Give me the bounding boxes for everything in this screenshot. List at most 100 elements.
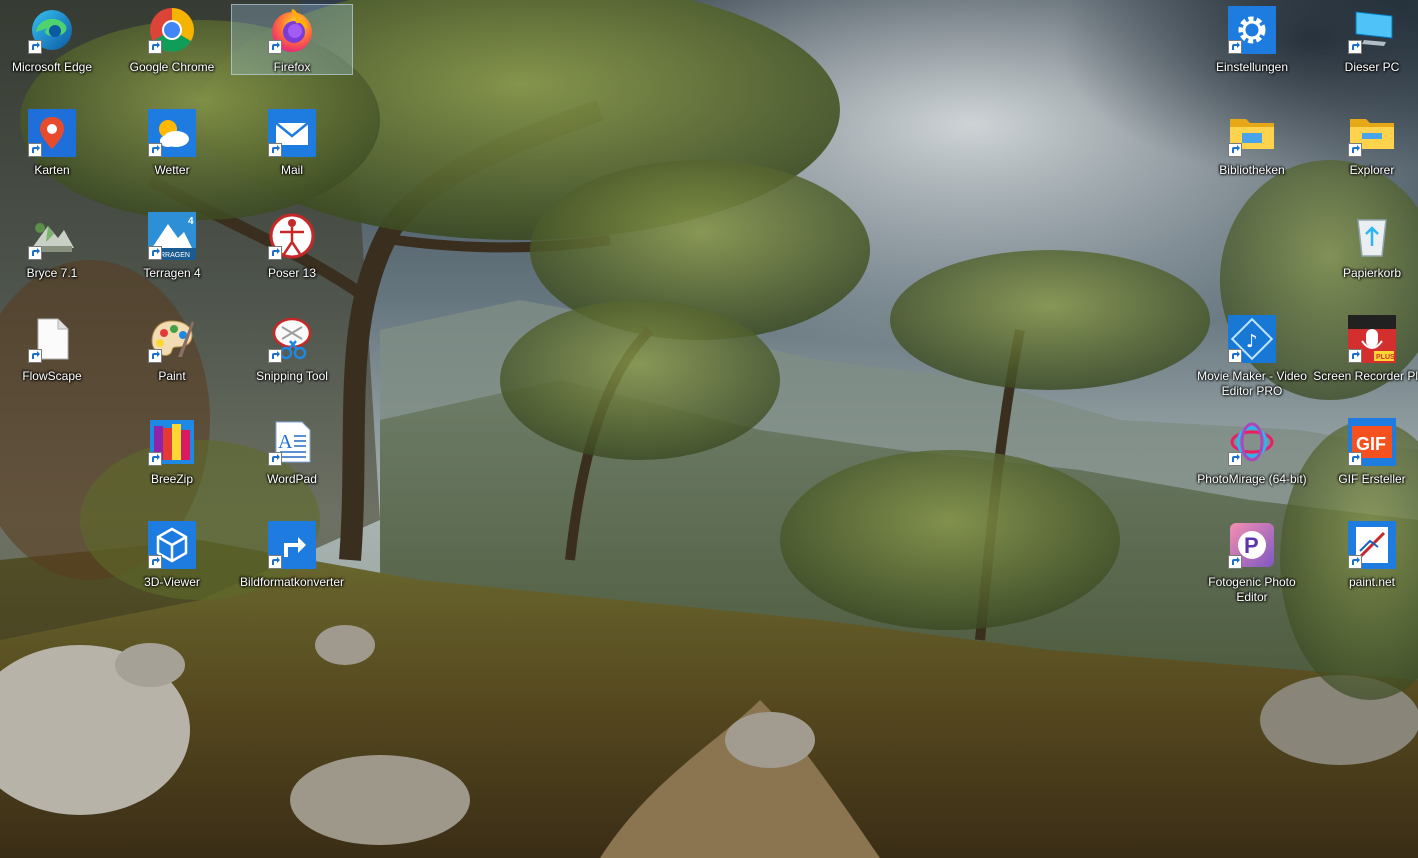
- desktop-icon-paint[interactable]: Paint: [112, 309, 232, 409]
- icon-label: Mail: [280, 163, 303, 177]
- recorder-tag: PLUS: [1376, 354, 1395, 361]
- terragen-icon: 4 RRAGEN: [148, 212, 196, 260]
- desktop-icon-bryce[interactable]: Bryce 7.1: [0, 206, 112, 306]
- wordpad-icon: A: [268, 418, 316, 466]
- svg-text:A: A: [278, 431, 293, 453]
- icon-label: Bibliotheken: [1219, 163, 1285, 177]
- gif-icon: GIF: [1348, 418, 1396, 466]
- firefox-icon: [268, 6, 316, 54]
- icon-label: WordPad: [267, 472, 317, 486]
- terragen-banner: RRAGEN: [160, 252, 190, 259]
- desktop-icon-fotogenic[interactable]: P Fotogenic Photo Editor: [1192, 515, 1312, 611]
- paintnet-icon: [1348, 521, 1396, 569]
- weather-icon: [148, 109, 196, 157]
- desktop-icon-wordpad[interactable]: A WordPad: [232, 412, 352, 512]
- gif-text: GIF: [1356, 434, 1386, 454]
- shortcut-arrow-icon: [1348, 40, 1362, 54]
- desktop-icon-3d-viewer[interactable]: 3D-Viewer: [112, 515, 232, 615]
- icon-label: Firefox: [273, 60, 311, 74]
- folder-icon: [1228, 109, 1276, 157]
- shortcut-arrow-icon: [268, 349, 282, 363]
- mail-icon: [268, 109, 316, 157]
- icon-label: Microsoft Edge: [11, 60, 93, 74]
- microphone-rec-icon: PLUS: [1348, 315, 1396, 363]
- icon-label: Movie Maker - Video Editor PRO: [1197, 369, 1307, 398]
- icon-label: 3D-Viewer: [144, 575, 200, 589]
- shortcut-arrow-icon: [1348, 452, 1362, 466]
- terragen-badge: 4: [188, 216, 194, 227]
- svg-text:P: P: [1244, 533, 1259, 558]
- desktop-icon-paint-net[interactable]: paint.net: [1312, 515, 1418, 615]
- shortcut-arrow-icon: [1228, 349, 1242, 363]
- desktop-icon-dieser-pc[interactable]: Dieser PC: [1312, 0, 1418, 100]
- desktop-icon-mail[interactable]: Mail: [232, 103, 352, 203]
- icon-label: Screen Recorder Plus: [1313, 369, 1418, 383]
- desktop-icon-papierkorb[interactable]: Papierkorb: [1312, 206, 1418, 306]
- desktop-icon-gif-ersteller[interactable]: GIF GIF Ersteller: [1312, 412, 1418, 512]
- shortcut-arrow-icon: [1228, 555, 1242, 569]
- shortcut-arrow-icon: [268, 143, 282, 157]
- desktop-icon-flowscape[interactable]: FlowScape: [0, 309, 112, 409]
- shortcut-arrow-icon: [148, 452, 162, 466]
- desktop: Microsoft Edge Karten Bryce 7.1 FlowScap…: [0, 0, 1418, 858]
- icon-label: Bildformatkonverter: [239, 575, 345, 589]
- desktop-icon-movie-maker[interactable]: ♪ Movie Maker - Video Editor PRO: [1192, 309, 1312, 405]
- desktop-icon-snipping-tool[interactable]: Snipping Tool: [232, 309, 352, 409]
- gear-icon: [1228, 6, 1276, 54]
- icon-label: GIF Ersteller: [1338, 472, 1406, 486]
- icon-label: Bryce 7.1: [26, 266, 78, 280]
- shortcut-arrow-icon: [268, 246, 282, 260]
- desktop-icon-terragen[interactable]: 4 RRAGEN Terragen 4: [112, 206, 232, 306]
- icon-label: Google Chrome: [129, 60, 215, 74]
- shortcut-arrow-icon: [148, 143, 162, 157]
- desktop-icon-google-chrome[interactable]: Google Chrome: [112, 0, 232, 100]
- shortcut-arrow-icon: [148, 40, 162, 54]
- map-pin-icon: [28, 109, 76, 157]
- scissors-icon: [268, 315, 316, 363]
- arrow-turn-icon: [268, 521, 316, 569]
- icon-label: PhotoMirage (64-bit): [1197, 472, 1307, 486]
- bryce-icon: [28, 212, 76, 260]
- fotogenic-p-icon: P: [1228, 521, 1276, 569]
- icon-label: paint.net: [1348, 575, 1396, 589]
- poser-icon: [268, 212, 316, 260]
- shortcut-arrow-icon: [268, 40, 282, 54]
- desktop-icon-microsoft-edge[interactable]: Microsoft Edge: [0, 0, 112, 100]
- icon-label: Poser 13: [267, 266, 317, 280]
- desktop-icon-poser[interactable]: Poser 13: [232, 206, 352, 306]
- photomirage-icon: [1228, 418, 1276, 466]
- film-music-icon: ♪: [1228, 315, 1276, 363]
- desktop-icon-bibliotheken[interactable]: Bibliotheken: [1192, 103, 1312, 203]
- shortcut-arrow-icon: [1228, 40, 1242, 54]
- shortcut-arrow-icon: [268, 555, 282, 569]
- desktop-icon-bildformatkonverter[interactable]: Bildformatkonverter: [232, 515, 352, 615]
- desktop-icon-karten[interactable]: Karten: [0, 103, 112, 203]
- icon-label: Paint: [158, 369, 186, 383]
- shortcut-arrow-icon: [1348, 143, 1362, 157]
- shortcut-arrow-icon: [1228, 452, 1242, 466]
- icon-label: FlowScape: [22, 369, 82, 383]
- archive-books-icon: [148, 418, 196, 466]
- desktop-icon-einstellungen[interactable]: Einstellungen: [1192, 0, 1312, 100]
- file-icon: [28, 315, 76, 363]
- icon-label: Wetter: [154, 163, 190, 177]
- desktop-icon-photomirage[interactable]: PhotoMirage (64-bit): [1192, 412, 1312, 512]
- icon-label: Papierkorb: [1342, 266, 1402, 280]
- icon-label: BreeZip: [150, 472, 194, 486]
- shortcut-arrow-icon: [28, 246, 42, 260]
- computer-icon: [1348, 6, 1396, 54]
- desktop-icon-wetter[interactable]: Wetter: [112, 103, 232, 203]
- shortcut-arrow-icon: [1228, 143, 1242, 157]
- desktop-icon-firefox[interactable]: Firefox: [231, 4, 353, 75]
- shortcut-arrow-icon: [268, 452, 282, 466]
- icon-label: Einstellungen: [1215, 60, 1289, 74]
- shortcut-arrow-icon: [1348, 555, 1362, 569]
- icon-label: Dieser PC: [1344, 60, 1400, 74]
- folder-icon: [1348, 109, 1396, 157]
- shortcut-arrow-icon: [148, 555, 162, 569]
- desktop-icon-screen-recorder[interactable]: PLUS Screen Recorder Plus: [1312, 309, 1418, 409]
- edge-icon: [28, 6, 76, 54]
- desktop-icon-breezip[interactable]: BreeZip: [112, 412, 232, 512]
- desktop-icon-explorer[interactable]: Explorer: [1312, 103, 1418, 203]
- palette-icon: [148, 315, 196, 363]
